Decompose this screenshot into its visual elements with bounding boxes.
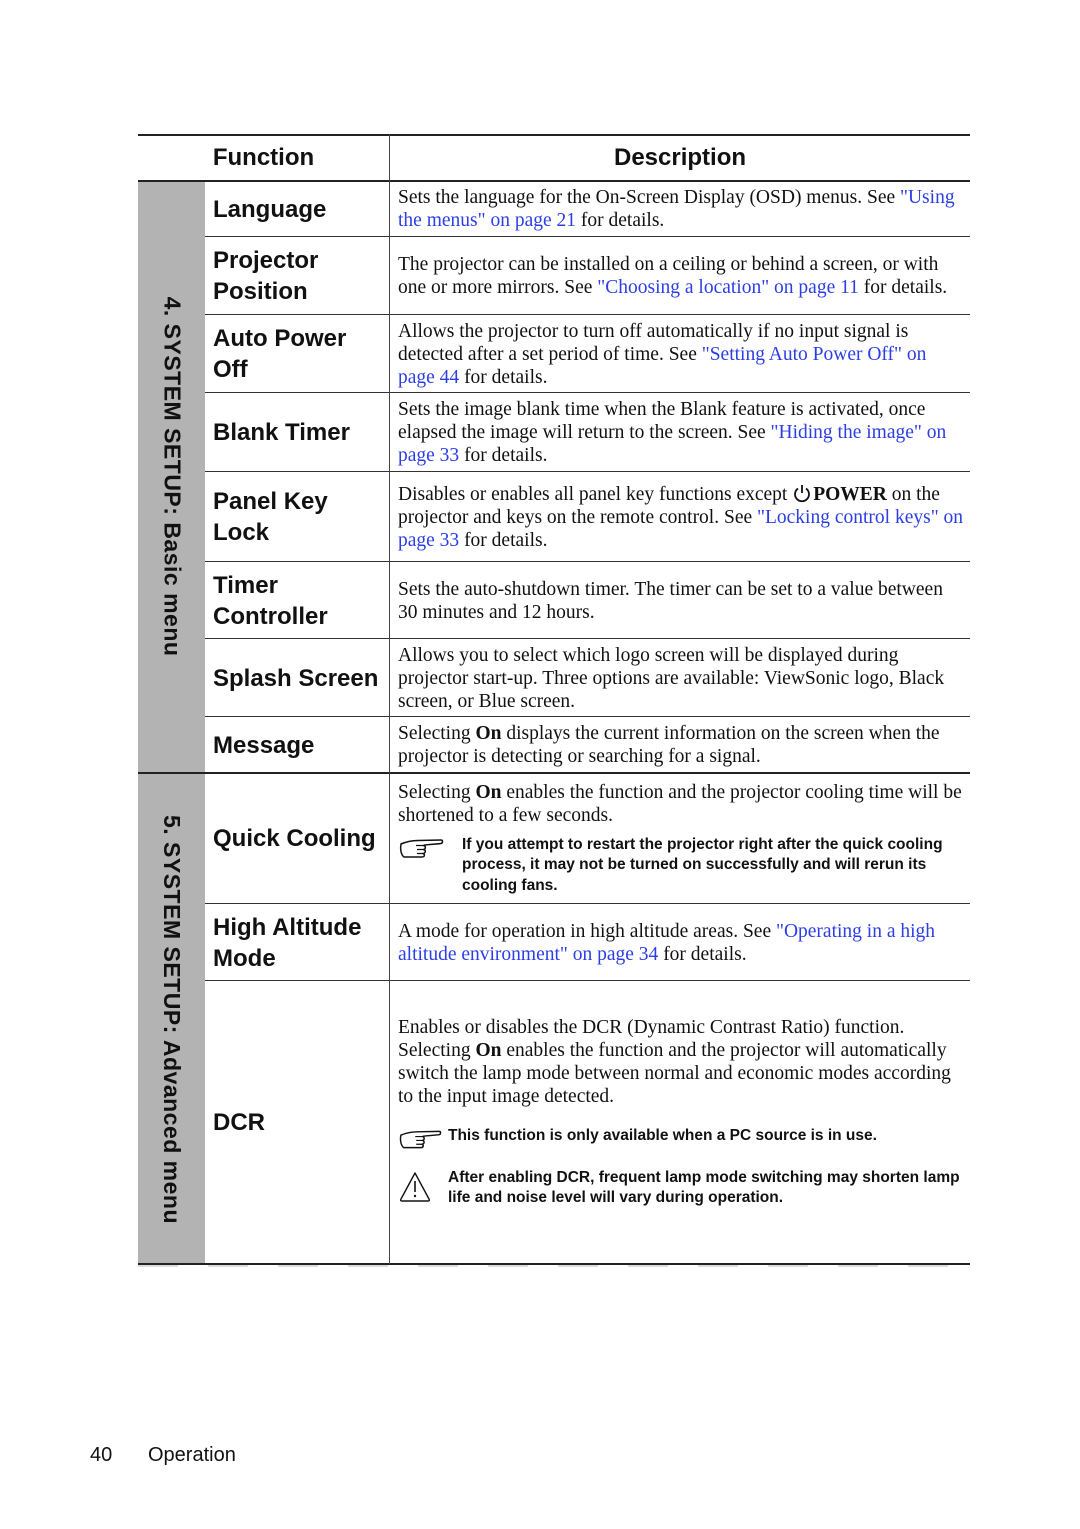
description-blank-timer: Sets the image blank time when the Blank… [398,399,947,466]
function-message: Message [213,731,315,759]
section-label-basic: 4. SYSTEM SETUP: Basic menu [159,296,185,657]
footer-section-title: Operation [148,1444,236,1466]
description-quick-cooling: Selecting On enables the function and th… [398,774,964,903]
page-number: 40 [90,1444,113,1466]
row-divider [205,716,970,717]
power-icon [794,484,811,502]
description-message: Selecting On displays the current inform… [398,723,940,767]
description-dcr: Enables or disables the DCR (Dynamic Con… [398,982,964,1242]
function-panel-key-lock: Panel Key Lock [213,488,328,546]
function-dcr: DCR [213,1109,265,1136]
manual-page: 4. SYSTEM SETUP: Basic menu 5. SYSTEM SE… [0,0,1080,1529]
pointing-hand-icon [399,1130,442,1148]
function-blank-timer: Blank Timer [213,419,350,446]
function-high-altitude-mode: High Altitude Mode [213,913,362,972]
warning-dcr: After enabling DCR, frequent lamp mode s… [398,1168,964,1209]
section-label-advanced: 5. SYSTEM SETUP: Advanced menu [159,814,186,1224]
description-timer-controller: Sets the auto-shutdown timer. The timer … [398,578,943,623]
function-projector-position: Projector Position [213,247,319,305]
header-description: Description [613,144,747,171]
pointing-hand-icon [399,839,444,858]
row-divider [205,638,970,639]
description-splash-screen: Allows you to select which logo screen w… [398,644,945,712]
row-divider [205,980,970,981]
description-auto-power-off: Allows the projector to turn off automat… [398,320,927,388]
description-language: Sets the language for the On-Screen Disp… [398,187,955,231]
row-divider [205,392,970,393]
row-divider [205,314,970,315]
row-divider [205,471,970,472]
function-auto-power-off: Auto Power Off [213,325,347,383]
note-quick-cooling: If you attempt to restart the projector … [398,835,964,897]
bottom-rule-shadow [138,1265,970,1267]
row-divider [205,236,970,237]
header-function: Function [212,144,315,171]
link-choosing-a-location[interactable]: "Choosing a location" on page 11 [597,277,859,298]
function-language: Language [213,195,327,223]
description-panel-key-lock: Disables or enables all panel key functi… [398,483,964,551]
row-divider [205,903,970,904]
function-splash-screen: Splash Screen [213,664,379,692]
note-dcr: This function is only available when a P… [398,1126,964,1152]
warning-triangle-icon [399,1171,431,1202]
description-projector-position: The projector can be installed on a ceil… [398,254,948,298]
function-quick-cooling: Quick Cooling [213,825,376,852]
row-divider [205,561,970,562]
function-timer-controller: Timer Controller [213,571,328,630]
column-divider [389,134,390,1264]
description-high-altitude-mode: A mode for operation in high altitude ar… [398,920,936,965]
